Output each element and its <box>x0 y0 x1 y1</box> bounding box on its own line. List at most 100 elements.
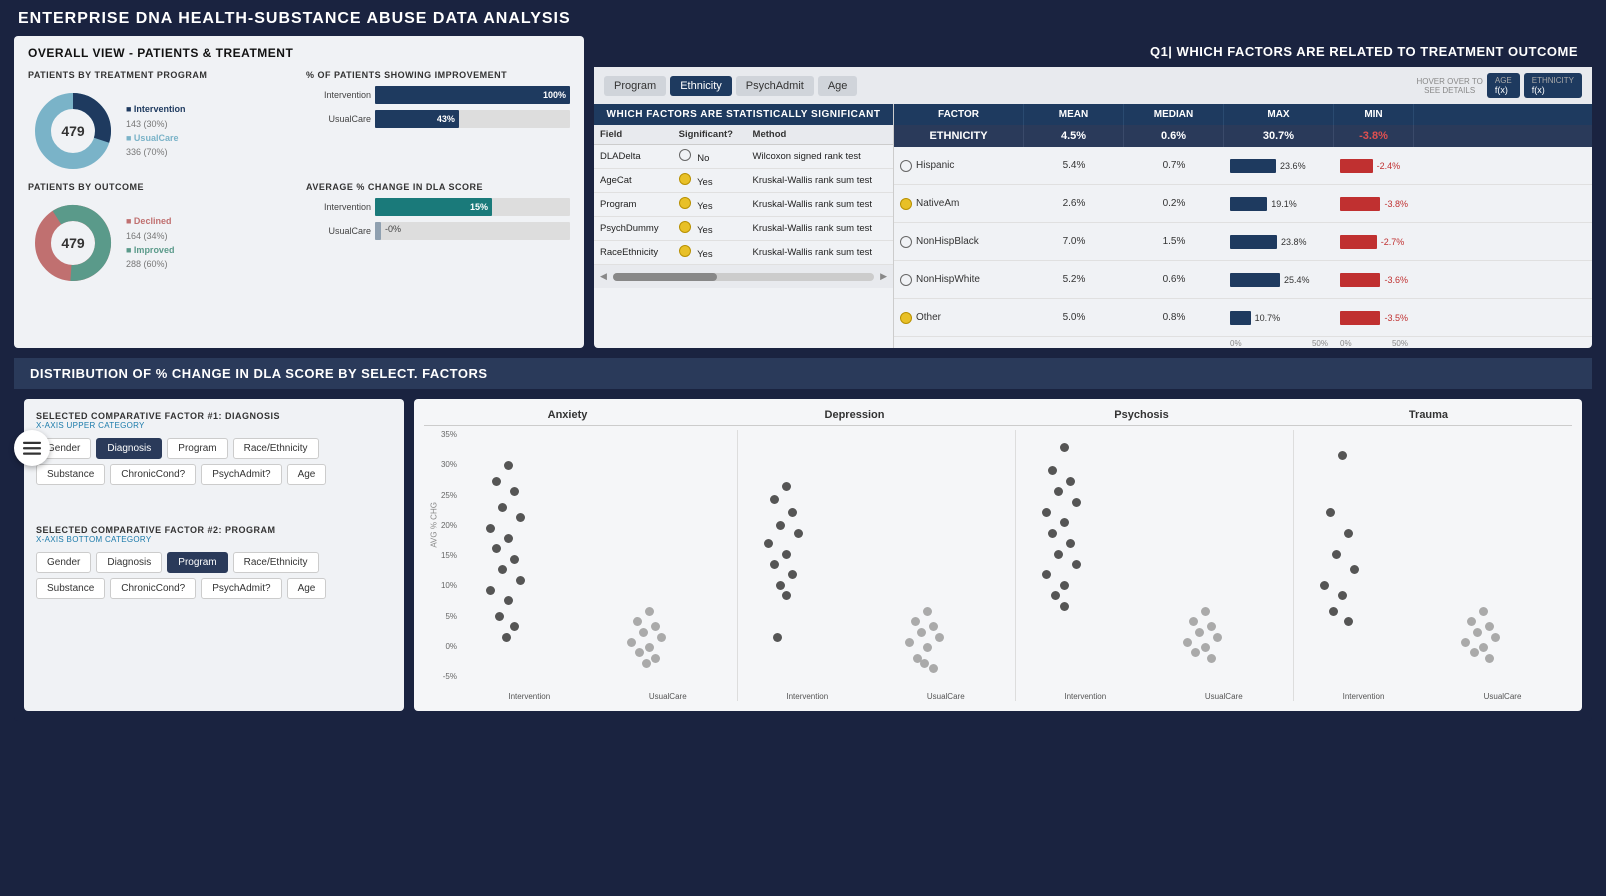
f1-btn-diagnosis[interactable]: Diagnosis <box>96 438 162 459</box>
dla-usualcare-value: -0% <box>385 224 401 234</box>
factor-mean: 4.5% <box>1024 125 1124 147</box>
f1-btn-psychadmit[interactable]: PsychAdmit? <box>201 464 281 485</box>
hover-hint: HOVER OVER TO SEE DETAILS <box>1416 77 1482 95</box>
other-dot <box>900 312 912 324</box>
factor1-buttons: Gender Diagnosis Program Race/Ethnicity … <box>36 438 392 485</box>
dla-intervention-track: 15% <box>375 198 570 216</box>
dla-usualcare-fill <box>375 222 381 240</box>
mini-tab-ethnicity[interactable]: ETHNICITY f(x) <box>1524 73 1582 98</box>
q1-content: WHICH FACTORS ARE STATISTICALLY SIGNIFIC… <box>594 104 1592 348</box>
chart-grid: Intervention UsualCare <box>460 430 1572 701</box>
app-title: ENTERPRISE DNA HEALTH-SUBSTANCE ABUSE DA… <box>14 10 1592 28</box>
y-axis-label: AVG % CHG <box>430 502 439 548</box>
stats-hcell-mean: MEAN <box>1024 104 1124 125</box>
cat-anxiety: Anxiety <box>424 409 711 421</box>
usualcare-bar-track: 43% <box>375 110 570 128</box>
dist-left: SELECTED COMPARATIVE FACTOR #1: DIAGNOSI… <box>24 399 404 711</box>
q1-panel: Q1| WHICH FACTORS ARE RELATED TO TREATME… <box>594 36 1592 348</box>
anxiety-intervention-dots <box>468 430 589 690</box>
dla-usualcare-track: -0% <box>375 222 570 240</box>
dla-intervention-value: 15% <box>470 202 488 212</box>
outcome-section: PATIENTS BY OUTCOME 479 ■ Declined 164 (… <box>28 182 296 288</box>
sig-table-title: WHICH FACTORS ARE STATISTICALLY SIGNIFIC… <box>594 104 893 125</box>
stats-header-row: FACTOR MEAN MEDIAN MAX MIN <box>894 104 1592 125</box>
treatment-program-title: PATIENTS BY TREATMENT PROGRAM <box>28 70 296 80</box>
factor-max: 30.7% <box>1224 125 1334 147</box>
sig-row-psychdummy: PsychDummy Yes Kruskal-Wallis rank sum t… <box>594 217 893 241</box>
f1-btn-raceethnicity[interactable]: Race/Ethnicity <box>233 438 319 459</box>
tab-program[interactable]: Program <box>604 76 666 96</box>
anxiety-sublabels: Intervention UsualCare <box>460 692 737 701</box>
sig-col-method: Method <box>747 125 893 145</box>
treatment-legend: ■ Intervention 143 (30%) ■ UsualCare 336… <box>126 102 185 160</box>
chart-categories: Anxiety Depression Psychosis Trauma <box>424 409 1572 426</box>
psychosis-usualcare-dots <box>1165 430 1286 690</box>
psychosis-intervention-dots <box>1024 430 1145 690</box>
f2-btn-gender[interactable]: Gender <box>36 552 91 573</box>
trauma-col: Intervention UsualCare <box>1294 430 1572 701</box>
psychosis-col: Intervention UsualCare <box>1016 430 1294 701</box>
intervention-bar-value: 100% <box>543 90 566 100</box>
tab-age[interactable]: Age <box>818 76 858 96</box>
depression-sublabels: Intervention UsualCare <box>738 692 1015 701</box>
anxiety-dots-area <box>460 430 737 690</box>
dla-usualcare-label: UsualCare <box>306 226 371 236</box>
psychosis-dots-area <box>1016 430 1293 690</box>
sig-row-dladelta: DLADelta No Wilcoxon signed rank test <box>594 145 893 169</box>
eth-row-nonhispwhite: NonHispWhite 5.2% 0.6% 25.4% <box>894 261 1592 299</box>
stats-hcell-factor: FACTOR <box>894 104 1024 125</box>
sig-table-wrap: WHICH FACTORS ARE STATISTICALLY SIGNIFIC… <box>594 104 894 348</box>
nativeam-dot <box>900 198 912 210</box>
f2-btn-diagnosis[interactable]: Diagnosis <box>96 552 162 573</box>
dist-content: SELECTED COMPARATIVE FACTOR #1: DIAGNOSI… <box>14 389 1592 721</box>
outcome-legend: ■ Declined 164 (34%) ■ Improved 288 (60%… <box>126 214 174 272</box>
depression-col: Intervention UsualCare <box>738 430 1016 701</box>
tab-psychadmit[interactable]: PsychAdmit <box>736 76 814 96</box>
sig-row-program: Program Yes Kruskal-Wallis rank sum test <box>594 193 893 217</box>
f2-btn-program[interactable]: Program <box>167 552 227 573</box>
dla-usualcare-row: UsualCare -0% <box>306 222 570 240</box>
trauma-intervention-dots <box>1302 430 1423 690</box>
f1-btn-chroniccond[interactable]: ChronicCond? <box>110 464 196 485</box>
f1-btn-program[interactable]: Program <box>167 438 227 459</box>
depression-dots-area <box>738 430 1015 690</box>
y-axis: 35% 30% 25% 20% 15% 10% 5% 0% -5% <box>424 430 460 701</box>
factor-median: 0.6% <box>1124 125 1224 147</box>
psychosis-sublabels: Intervention UsualCare <box>1016 692 1293 701</box>
q1-header: Q1| WHICH FACTORS ARE RELATED TO TREATME… <box>594 36 1592 67</box>
stats-data-row: ETHNICITY 4.5% 0.6% 30.7% -3.8% <box>894 125 1592 147</box>
f2-btn-psychadmit[interactable]: PsychAdmit? <box>201 578 281 599</box>
stats-hcell-max: MAX <box>1224 104 1334 125</box>
outcome-title: PATIENTS BY OUTCOME <box>28 182 296 192</box>
sig-row-raceeth: RaceEthnicity Yes Kruskal-Wallis rank su… <box>594 241 893 265</box>
tab-ethnicity[interactable]: Ethnicity <box>670 76 732 96</box>
menu-button[interactable] <box>14 430 50 466</box>
factor2-sublabel: X-AXIS BOTTOM CATEGORY <box>36 535 392 544</box>
stats-hcell-min: MIN <box>1334 104 1414 125</box>
depression-intervention-dots <box>746 430 867 690</box>
trauma-usualcare-dots <box>1443 430 1564 690</box>
ethnicity-rows: Hispanic 5.4% 0.7% 23.6% <box>894 147 1592 337</box>
f1-btn-age[interactable]: Age <box>287 464 327 485</box>
eth-row-hispanic: Hispanic 5.4% 0.7% 23.6% <box>894 147 1592 185</box>
improvement-title: % OF PATIENTS SHOWING IMPROVEMENT <box>306 70 570 80</box>
f2-btn-substance[interactable]: Substance <box>36 578 105 599</box>
depression-usualcare-dots <box>887 430 1008 690</box>
sig-col-field: Field <box>594 125 673 145</box>
outcome-donut-value: 479 <box>61 235 84 251</box>
stats-hcell-median: MEDIAN <box>1124 104 1224 125</box>
trauma-sublabels: Intervention UsualCare <box>1294 692 1572 701</box>
sig-table: Field Significant? Method DLADelta No Wi… <box>594 125 893 265</box>
treatment-donut: 479 <box>28 86 118 176</box>
intervention-bar-fill: 100% <box>375 86 570 104</box>
overall-panel: OVERALL VIEW - PATIENTS & TREATMENT PATI… <box>14 36 584 348</box>
mini-tab-age[interactable]: AGE f(x) <box>1487 73 1520 98</box>
distribution-panel: DISTRIBUTION OF % CHANGE IN DLA SCORE BY… <box>14 358 1592 721</box>
f2-btn-chroniccond[interactable]: ChronicCond? <box>110 578 196 599</box>
f2-btn-raceethnicity[interactable]: Race/Ethnicity <box>233 552 319 573</box>
f2-btn-age[interactable]: Age <box>287 578 327 599</box>
anxiety-col: Intervention UsualCare <box>460 430 738 701</box>
mini-tabs: AGE f(x) ETHNICITY f(x) <box>1487 73 1582 98</box>
f1-btn-substance[interactable]: Substance <box>36 464 105 485</box>
cat-depression: Depression <box>711 409 998 421</box>
